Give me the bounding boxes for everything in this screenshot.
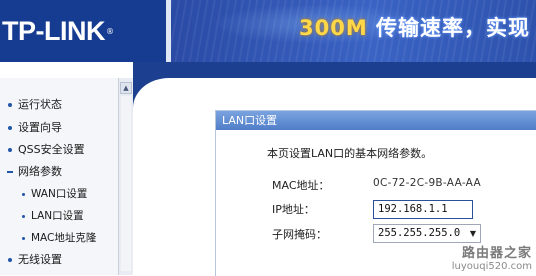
bullet-icon [8, 148, 12, 152]
logo-text: TP-LINK [2, 15, 105, 46]
bullet-icon [22, 236, 25, 240]
scroll-up-icon[interactable]: ▲ [120, 82, 132, 94]
collapse-icon [7, 171, 13, 173]
ip-address-input[interactable]: 192.168.1.1 [373, 200, 473, 219]
banner: 300M 传输速率，实现 [171, 0, 536, 62]
panel-title: LAN口设置 [216, 111, 536, 130]
panel-intro: 本页设置LAN口的基本网络参数。 [267, 147, 433, 160]
nav-item-mac-clone[interactable]: MAC地址克隆 [0, 229, 96, 247]
nav-item-network[interactable]: 网络参数 [0, 163, 62, 181]
nav-label: 无线设置 [18, 253, 62, 266]
mac-label: MAC地址： [272, 179, 330, 192]
nav-label: QSS安全设置 [18, 143, 85, 156]
bullet-icon [8, 103, 12, 107]
ip-label: IP地址： [272, 203, 315, 216]
left-nav: 运行状态 设置向导 QSS安全设置 网络参数 WAN口设置 LAN口设置 MAC… [0, 78, 118, 275]
subnet-mask-value: 255.255.255.0 [378, 227, 461, 239]
nav-label: LAN口设置 [31, 210, 84, 222]
bullet-icon [22, 192, 25, 196]
bullet-icon [22, 214, 25, 218]
nav-label: MAC地址克隆 [31, 232, 97, 244]
bullet-icon [8, 258, 12, 262]
nav-scrollbar[interactable]: ▲ [118, 78, 133, 275]
bullet-icon [8, 126, 12, 130]
nav-item-qss[interactable]: QSS安全设置 [0, 141, 85, 159]
watermark-title: 路由器之家 [461, 246, 532, 261]
watermark-url: luyouqi520.com [451, 261, 532, 272]
nav-item-wizard[interactable]: 设置向导 [0, 119, 62, 137]
nav-label: 运行状态 [18, 98, 62, 111]
nav-item-lan[interactable]: LAN口设置 [0, 207, 84, 225]
scroll-track[interactable] [121, 96, 131, 271]
nav-label: WAN口设置 [31, 188, 88, 200]
banner-text: 传输速率，实现 [376, 16, 531, 40]
banner-speed: 300M [299, 16, 368, 40]
banner-slogan: 300M 传输速率，实现 [299, 12, 530, 42]
nav-label: 网络参数 [18, 165, 62, 178]
nav-label: 设置向导 [18, 121, 62, 134]
nav-item-wan[interactable]: WAN口设置 [0, 185, 87, 203]
mac-value: 0C-72-2C-9B-AA-AA [373, 177, 481, 189]
chevron-down-icon[interactable]: ▼ [470, 225, 476, 242]
header: TP-LINK ® 300M 传输速率，实现 [0, 0, 536, 62]
subnet-mask-label: 子网掩码： [272, 228, 327, 241]
nav-item-wireless[interactable]: 无线设置 [0, 251, 62, 269]
registered-mark: ® [105, 26, 114, 36]
nav-item-status[interactable]: 运行状态 [0, 96, 62, 114]
logo: TP-LINK ® [0, 0, 166, 62]
subnet-mask-select[interactable]: 255.255.255.0 ▼ [373, 224, 481, 243]
watermark: 路由器之家 luyouqi520.com [452, 246, 532, 273]
